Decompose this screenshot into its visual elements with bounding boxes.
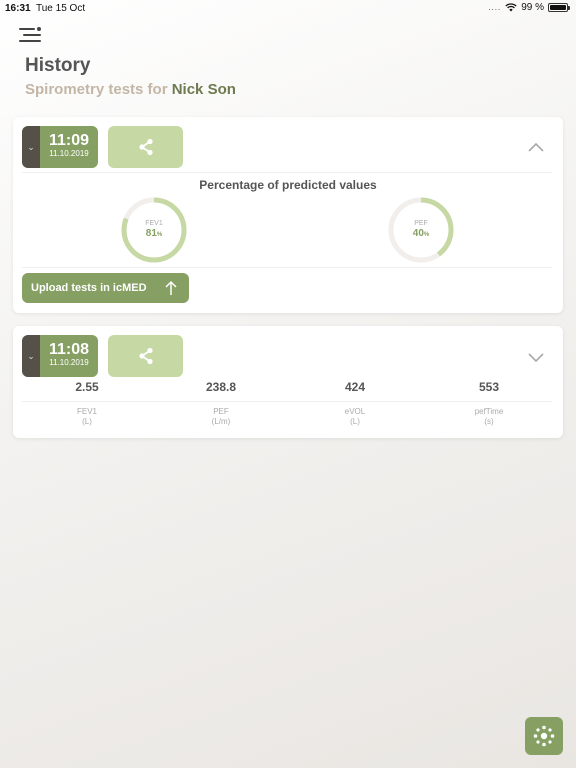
battery-icon [548, 3, 570, 12]
settings-fab[interactable] [525, 717, 563, 755]
pef-gauge-label: PEF [414, 220, 428, 227]
wifi-icon [505, 3, 517, 12]
test-date: 11.10.2019 [49, 358, 89, 367]
status-right: .... 99 % [488, 2, 570, 13]
metric-value: 424 [344, 380, 366, 394]
chevron-up-icon[interactable] [527, 139, 545, 157]
signal-icon: .... [488, 3, 502, 12]
metric-label: PEF (L/m) [211, 407, 231, 426]
share-icon [138, 347, 153, 365]
settings-icon [533, 725, 555, 747]
share-button[interactable] [108, 126, 183, 168]
test-time-chip[interactable]: ⌄ 11:08 11.10.2019 [22, 335, 98, 377]
page-subtitle: Spirometry tests for Nick Son [25, 81, 236, 98]
test-card-collapsed: ⌄ 11:08 11.10.2019 2.55 FEV1 (L) 238.8 PE… [13, 326, 563, 438]
fev1-gauge-value: 81% [145, 228, 163, 239]
pef-gauge-value: 40% [412, 228, 430, 239]
test-time-chip[interactable]: ⌄ 11:09 11.10.2019 [22, 126, 98, 168]
battery-percent: 99 % [521, 2, 544, 13]
test-card-expanded: ⌄ 11:09 11.10.2019 Percentage of predict… [13, 117, 563, 313]
chevron-down-icon: ⌄ [22, 335, 40, 377]
fev1-gauge-label: FEV1 [145, 220, 163, 227]
metric-peftime: 553 pefTime (s) [439, 380, 539, 427]
divider [22, 267, 552, 268]
chevron-down-icon: ⌄ [22, 126, 40, 168]
metric-evol: 424 eVOL (L) [305, 380, 405, 427]
arrow-up-icon [165, 280, 177, 295]
metric-label: pefTime (s) [474, 407, 504, 426]
patient-name: Nick Son [171, 81, 236, 98]
metric-value: 2.55 [75, 380, 99, 394]
menu-icon[interactable] [19, 26, 43, 44]
metric-label: eVOL (L) [344, 407, 366, 426]
metric-value: 238.8 [205, 380, 237, 394]
chevron-down-icon[interactable] [527, 348, 545, 366]
metric-label: FEV1 (L) [76, 407, 97, 426]
fev1-gauge: FEV1 81% [119, 195, 189, 265]
pef-gauge: PEF 40% [386, 195, 456, 265]
page-title: History [25, 55, 91, 76]
metric-value: 553 [478, 380, 500, 394]
divider [22, 401, 552, 402]
share-icon [138, 138, 153, 156]
predicted-values-title: Percentage of predicted values [199, 178, 377, 192]
subtitle-prefix: Spirometry tests for [25, 81, 172, 98]
upload-button-label: Upload tests in icMED [31, 282, 147, 294]
share-button[interactable] [108, 335, 183, 377]
test-time: 11:09 [48, 132, 90, 149]
test-date: 11.10.2019 [49, 149, 89, 158]
status-date: Tue 15 Oct [36, 3, 86, 14]
status-time: 16:31 [5, 3, 31, 14]
metric-pef: 238.8 PEF (L/m) [171, 380, 271, 427]
metrics-row: 2.55 FEV1 (L) 238.8 PEF (L/m) 424 eVOL (L) … [13, 380, 563, 430]
test-time: 11:08 [48, 341, 90, 358]
divider [22, 172, 552, 173]
upload-button[interactable]: Upload tests in icMED [22, 273, 189, 303]
status-bar: 16:31 Tue 15 Oct .... 99 % [0, 0, 576, 16]
metric-fev1: 2.55 FEV1 (L) [37, 380, 137, 427]
